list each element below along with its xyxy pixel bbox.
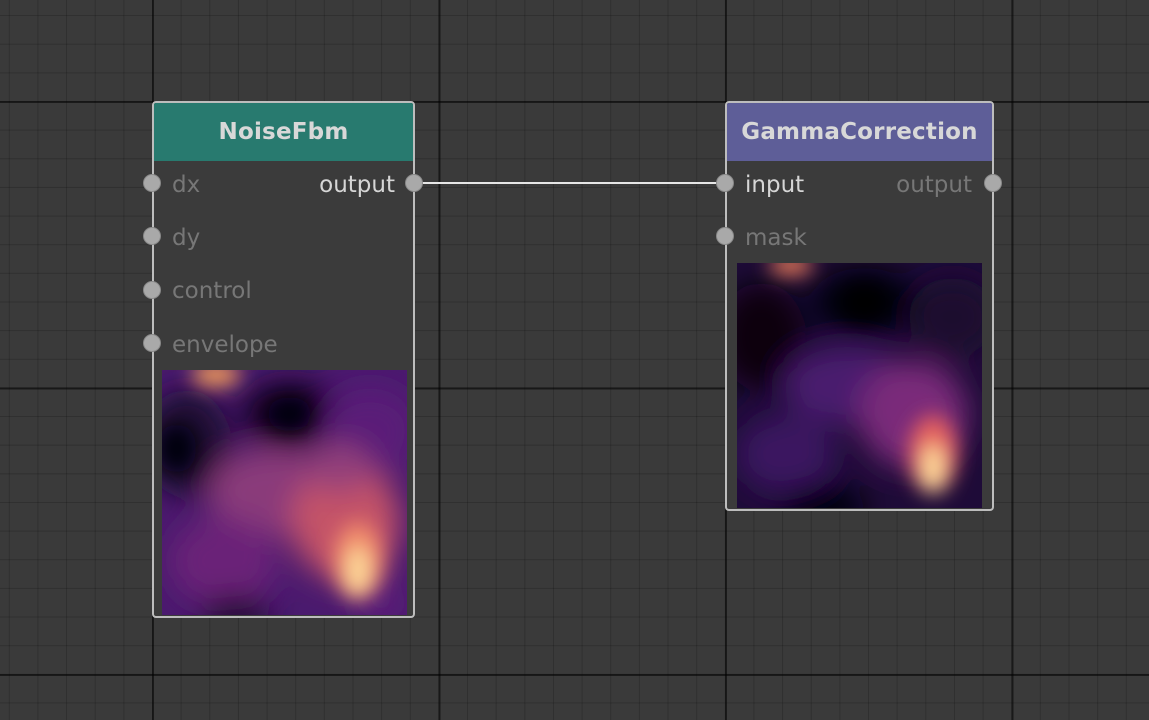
port-dot-mask[interactable] bbox=[716, 227, 734, 245]
port-dot-output[interactable] bbox=[405, 174, 423, 192]
port-dot-gamma-output[interactable] bbox=[984, 174, 1002, 192]
node-noisefbm-header[interactable]: NoiseFbm bbox=[154, 103, 413, 161]
gamma-preview-image bbox=[737, 263, 982, 508]
node-noisefbm[interactable]: NoiseFbm dx dy control envelope output bbox=[152, 101, 415, 618]
output-port-output[interactable]: output bbox=[319, 170, 395, 200]
node-title: NoiseFbm bbox=[218, 119, 349, 145]
node-graph-canvas[interactable]: NoiseFbm dx dy control envelope output G… bbox=[0, 0, 1149, 720]
input-port-envelope[interactable]: envelope bbox=[172, 330, 278, 360]
port-dot-dx[interactable] bbox=[143, 174, 161, 192]
port-dot-dy[interactable] bbox=[143, 227, 161, 245]
input-port-dx[interactable]: dx bbox=[172, 170, 200, 200]
port-label: envelope bbox=[172, 332, 278, 358]
output-port-output[interactable]: output bbox=[896, 170, 972, 200]
port-label: input bbox=[745, 172, 805, 198]
input-port-input[interactable]: input bbox=[745, 170, 804, 200]
port-label: mask bbox=[745, 225, 807, 251]
port-dot-envelope[interactable] bbox=[143, 334, 161, 352]
port-label: output bbox=[319, 172, 395, 198]
input-port-dy[interactable]: dy bbox=[172, 223, 200, 253]
input-port-mask[interactable]: mask bbox=[745, 223, 807, 253]
port-label: output bbox=[896, 172, 972, 198]
port-label: dy bbox=[172, 225, 201, 251]
noise-preview-image bbox=[162, 370, 407, 615]
node-gammacorrection-header[interactable]: GammaCorrection bbox=[727, 103, 992, 161]
port-label: control bbox=[172, 278, 252, 304]
node-title: GammaCorrection bbox=[741, 119, 978, 145]
port-label: dx bbox=[172, 172, 201, 198]
node-gammacorrection[interactable]: GammaCorrection input mask output bbox=[725, 101, 994, 511]
input-port-control[interactable]: control bbox=[172, 276, 252, 306]
port-dot-control[interactable] bbox=[143, 281, 161, 299]
port-dot-input[interactable] bbox=[716, 174, 734, 192]
